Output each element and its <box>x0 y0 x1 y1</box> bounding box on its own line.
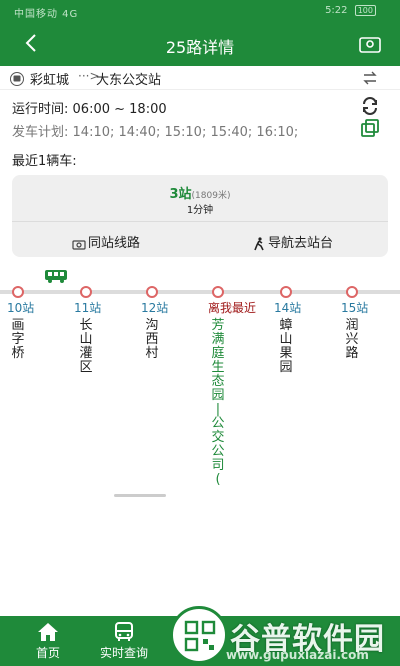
swap-direction-icon[interactable] <box>362 70 378 86</box>
nearest-stop-label: 离我最近 <box>208 301 257 315</box>
stop-name[interactable]: 蟑山果园 <box>279 319 293 375</box>
stop-label: 15站 <box>341 301 369 315</box>
bus-icon <box>10 72 24 86</box>
nav-home-label: 首页 <box>35 646 60 660</box>
eta-minutes: 1分钟 <box>186 205 214 216</box>
same-station-lines-label: 同站线路 <box>88 236 141 251</box>
run-time-row: 运行时间: 06:00 ~ 18:00 <box>12 98 298 117</box>
status-bar: 中国移动 4G 5:22 100 <box>0 0 400 22</box>
stop-dot[interactable] <box>280 286 292 298</box>
stop-name[interactable]: 长山灌区 <box>79 319 93 375</box>
app-header: 25路详情 <box>0 22 400 66</box>
run-time-value: 06:00 ~ 18:00 <box>72 102 167 117</box>
stop-dot[interactable] <box>146 286 158 298</box>
stop-dot[interactable] <box>212 286 224 298</box>
station-lines-icon <box>72 239 86 250</box>
plan-row: 发车计划: 14:10; 14:40; 15:10; 15:40; 16:10; <box>12 121 298 140</box>
route-from: 彩虹城 <box>30 73 70 88</box>
clock-text: 5:22 <box>325 5 348 16</box>
route-line <box>0 290 400 294</box>
nav-realtime[interactable]: 实时查询 <box>84 616 164 666</box>
stops-away: 3站(1809米) <box>12 183 388 202</box>
scroll-handle[interactable] <box>114 494 166 497</box>
route-bar: 彩虹城 ···> 大东公交站 <box>0 66 400 90</box>
same-station-lines-button[interactable]: 同站线路 <box>72 232 140 251</box>
home-icon <box>38 623 58 641</box>
carrier-text: 中国移动 4G <box>14 9 79 20</box>
schedule-info: 运行时间: 06:00 ~ 18:00 发车计划: 14:10; 14:40; … <box>12 98 298 140</box>
stop-dot[interactable] <box>80 286 92 298</box>
nav-realtime-label: 实时查询 <box>99 646 148 660</box>
plan-value: 14:10; 14:40; 15:10; 15:40; 16:10; <box>72 125 299 140</box>
stop-name[interactable]: 沟西村 <box>145 319 159 361</box>
page-title: 25路详情 <box>165 38 235 57</box>
route-to: 大东公交站 <box>96 73 162 88</box>
stop-label: 10站 <box>7 301 35 315</box>
bus-position-icon <box>45 270 67 283</box>
walking-person-icon <box>254 236 264 250</box>
stop-label: 14站 <box>274 301 302 315</box>
battery-icon: 100 <box>354 5 376 16</box>
arrival-card: 3站(1809米) 1分钟 同站线路 导航去站台 <box>12 175 388 257</box>
watermark-url: www.gupuxiazai.com <box>226 648 369 662</box>
stop-label: 12站 <box>141 301 169 315</box>
stop-name[interactable]: 画字桥 <box>11 319 25 361</box>
bus-front-icon <box>115 622 133 641</box>
stop-label: 11站 <box>74 301 102 315</box>
stop-dot[interactable] <box>12 286 24 298</box>
nav-home[interactable]: 首页 <box>8 616 88 666</box>
stop-name[interactable]: 润兴路 <box>345 319 359 361</box>
favorite-icon[interactable] <box>360 118 380 138</box>
card-divider <box>12 221 388 222</box>
run-time-label: 运行时间: <box>12 102 69 117</box>
watermark: 谷普软件园 www.gupuxiazai.com <box>208 614 394 666</box>
refresh-icon[interactable] <box>360 96 380 116</box>
nearest-stop-name[interactable]: 芳满庭生态园 | 公交公司( <box>211 319 225 487</box>
distance-text: (1809米) <box>191 191 231 201</box>
recent-bus-label: 最近1辆车: <box>12 154 77 169</box>
plan-label: 发车计划: <box>12 125 69 140</box>
navigate-to-stop-button[interactable]: 导航去站台 <box>252 232 333 251</box>
stops-count: 3站 <box>169 187 192 202</box>
map-location-icon[interactable] <box>358 32 382 56</box>
status-right: 5:22 100 <box>325 5 376 16</box>
stop-dot[interactable] <box>346 286 358 298</box>
navigate-to-stop-label: 导航去站台 <box>268 236 334 251</box>
